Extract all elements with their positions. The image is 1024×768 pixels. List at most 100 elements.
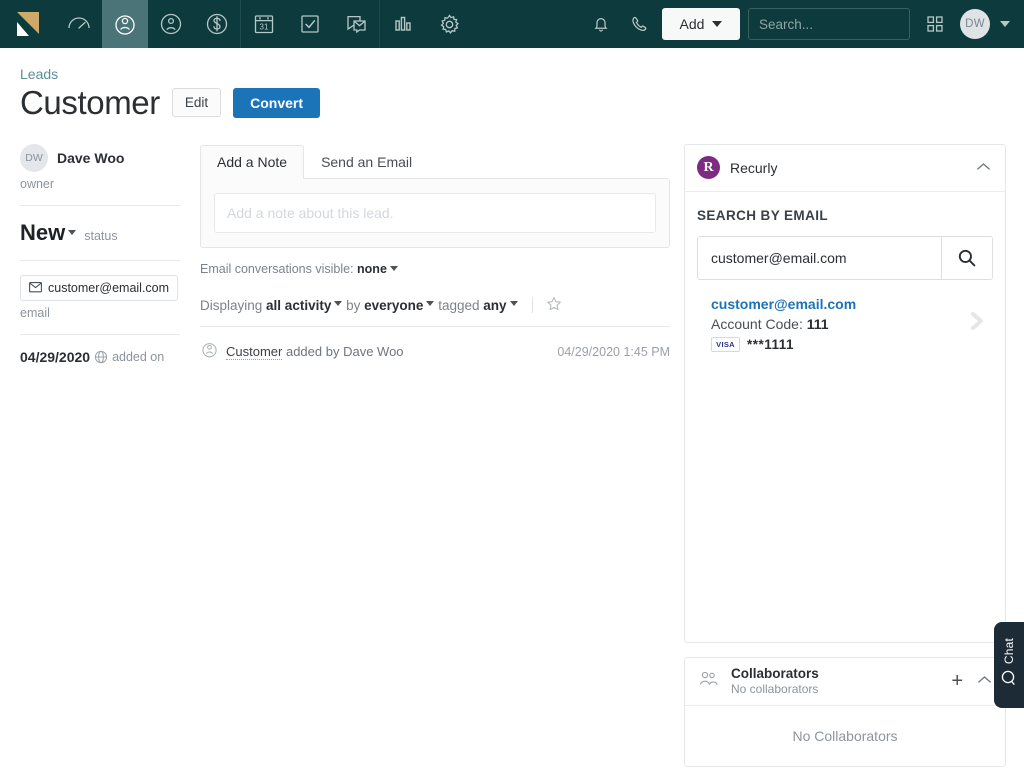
tab-add-a-note[interactable]: Add a Note xyxy=(200,145,304,179)
filter-activity-value[interactable]: all activity xyxy=(266,298,331,313)
note-tabs: Add a Note Send an Email xyxy=(200,144,670,178)
note-input[interactable] xyxy=(214,193,656,233)
status-value[interactable]: New xyxy=(20,220,65,246)
filter-who-chevron-down-icon[interactable] xyxy=(426,301,434,306)
chat-bubble-icon xyxy=(1000,669,1018,692)
activity-text: Customer added by Dave Woo xyxy=(226,344,557,359)
notifications-bell-icon[interactable] xyxy=(582,0,620,48)
global-search[interactable] xyxy=(748,8,910,40)
calendar-icon[interactable]: 31 xyxy=(241,0,287,48)
recurly-search-button[interactable] xyxy=(941,236,993,280)
owner-field[interactable]: DW Dave Woo xyxy=(20,144,180,172)
filter-displaying-label: Displaying xyxy=(200,298,262,313)
tasks-check-icon[interactable] xyxy=(287,0,333,48)
add-collaborator-button[interactable]: + xyxy=(951,671,963,691)
globe-icon xyxy=(94,350,108,364)
favorite-star-icon[interactable] xyxy=(546,296,562,315)
email-value: customer@email.com xyxy=(48,281,169,295)
email-field-label: email xyxy=(20,306,180,320)
divider xyxy=(20,205,180,206)
collaborators-card: Collaborators No collaborators + No Coll… xyxy=(684,657,1006,767)
lead-activity-icon xyxy=(200,340,226,364)
filter-by-label: by xyxy=(346,298,360,313)
added-on-label: added on xyxy=(112,350,164,364)
recurly-result-account-code: Account Code: 111 xyxy=(711,316,965,332)
breadcrumb[interactable]: Leads xyxy=(20,66,1024,82)
owner-name: Dave Woo xyxy=(57,150,124,166)
convert-button[interactable]: Convert xyxy=(233,88,320,118)
avatar[interactable]: DW xyxy=(960,9,990,39)
recurly-result-payment-method: VISA ***1111 xyxy=(711,337,965,352)
activity-record-link[interactable]: Customer xyxy=(226,344,282,360)
recurly-card: R Recurly SEARCH BY EMAIL xyxy=(684,144,1006,643)
collaborators-title: Collaborators xyxy=(731,666,951,681)
recurly-result-chevron-right-icon[interactable] xyxy=(965,304,991,343)
user-menu-chevron-down-icon[interactable] xyxy=(1000,21,1010,27)
status-chevron-down-icon[interactable] xyxy=(68,230,76,235)
edit-button[interactable]: Edit xyxy=(172,88,221,117)
collaborators-collapse-chevron-up-icon[interactable] xyxy=(977,672,992,690)
search-by-email-title: SEARCH BY EMAIL xyxy=(697,208,993,223)
company-logo[interactable] xyxy=(0,0,56,48)
collaborators-empty-state: No Collaborators xyxy=(685,705,1005,766)
chat-launcher[interactable]: Chat xyxy=(994,622,1024,708)
recurly-logo-letter: R xyxy=(703,160,713,176)
contacts-icon[interactable] xyxy=(148,0,194,48)
email-conversations-visibility: Email conversations visible: none xyxy=(200,262,670,276)
card-last-four: ***1111 xyxy=(747,337,794,352)
recurly-card-title: Recurly xyxy=(730,160,976,176)
recurly-result-details: customer@email.com Account Code: 111 VIS… xyxy=(711,296,965,352)
page-title: Customer xyxy=(20,84,160,122)
divider xyxy=(532,297,533,313)
collaborators-card-header: Collaborators No collaborators + xyxy=(685,658,1005,705)
account-code-value: 111 xyxy=(807,316,829,332)
dashboard-gauge-icon[interactable] xyxy=(56,0,102,48)
owner-avatar-initials: DW xyxy=(25,152,43,164)
email-chip[interactable]: customer@email.com xyxy=(20,275,178,301)
filter-tag-value[interactable]: any xyxy=(483,298,506,313)
recurly-card-header: R Recurly xyxy=(685,145,1005,191)
activity-description: added by Dave Woo xyxy=(282,344,403,359)
chat-launcher-label: Chat xyxy=(1002,638,1016,664)
email-conversations-icon[interactable] xyxy=(333,0,379,48)
top-navigation-bar: 31 xyxy=(0,0,1024,48)
recurly-result-row[interactable]: customer@email.com Account Code: 111 VIS… xyxy=(697,296,993,352)
recurly-result-email[interactable]: customer@email.com xyxy=(711,296,965,312)
recurly-logo-icon: R xyxy=(697,156,720,179)
filter-who-value[interactable]: everyone xyxy=(364,298,423,313)
tab-send-an-email[interactable]: Send an Email xyxy=(304,145,429,179)
deals-dollar-icon[interactable] xyxy=(194,0,240,48)
email-conversations-value[interactable]: none xyxy=(357,262,387,276)
recurly-collapse-chevron-up-icon[interactable] xyxy=(976,159,991,177)
settings-gear-icon[interactable] xyxy=(426,0,472,48)
search-icon xyxy=(957,248,977,268)
collaborators-header-text: Collaborators No collaborators xyxy=(731,666,951,696)
note-composer xyxy=(200,178,670,248)
nav-left-group: 31 xyxy=(0,0,472,48)
page-header: Leads Customer Edit Convert xyxy=(0,48,1024,122)
recurly-email-search-input[interactable] xyxy=(697,236,941,280)
reports-bar-chart-icon[interactable] xyxy=(380,0,426,48)
search-input[interactable] xyxy=(759,17,936,32)
avatar-initials: DW xyxy=(965,18,985,30)
status-field[interactable]: New status xyxy=(20,220,180,246)
owner-avatar: DW xyxy=(20,144,48,172)
visa-card-icon: VISA xyxy=(711,337,740,352)
add-button[interactable]: Add xyxy=(662,8,740,40)
activity-timestamp: 04/29/2020 1:45 PM xyxy=(557,345,670,359)
leads-icon[interactable] xyxy=(102,0,148,48)
collaborators-subtitle: No collaborators xyxy=(731,682,951,696)
svg-text:31: 31 xyxy=(260,23,269,32)
add-button-label: Add xyxy=(680,16,705,32)
conversations-chevron-down-icon[interactable] xyxy=(390,266,398,271)
recurly-search-group xyxy=(697,236,993,280)
page-body: DW Dave Woo owner New status customer@em… xyxy=(0,122,1024,767)
added-on-value: 04/29/2020 xyxy=(20,349,90,365)
envelope-icon xyxy=(29,282,42,293)
apps-grid-icon[interactable] xyxy=(916,0,954,48)
right-panel-column: R Recurly SEARCH BY EMAIL xyxy=(684,144,1006,767)
phone-icon[interactable] xyxy=(620,0,658,48)
activity-row: Customer added by Dave Woo 04/29/2020 1:… xyxy=(200,327,670,364)
filter-activity-chevron-down-icon[interactable] xyxy=(334,301,342,306)
filter-tag-chevron-down-icon[interactable] xyxy=(510,301,518,306)
